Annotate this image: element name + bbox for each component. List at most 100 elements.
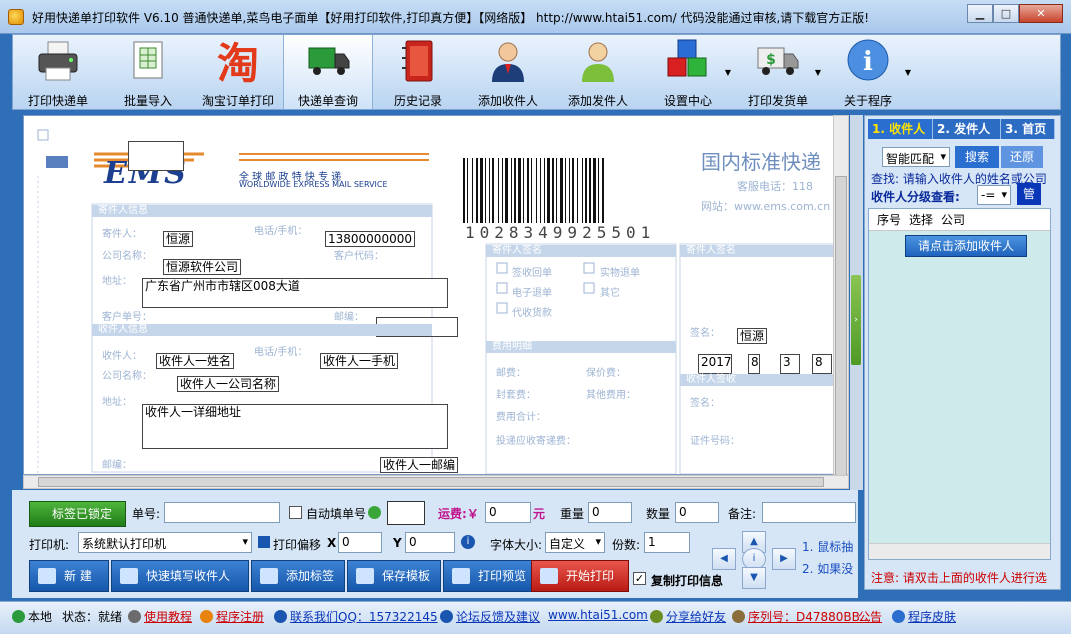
website-link[interactable]: www.htai51.com: [548, 608, 648, 622]
search-button[interactable]: 搜索: [955, 146, 999, 168]
manage-button[interactable]: 管: [1017, 183, 1041, 205]
offset-y-input[interactable]: 0: [405, 532, 455, 553]
date-month-field[interactable]: 8: [748, 354, 760, 374]
quantity-input[interactable]: 0: [675, 502, 719, 523]
bottom-controls: 标签已锁定 单号: 自动填单号 运费:￥ 0 元 重量 0 数量 0 备注: 打…: [12, 490, 858, 598]
order-number-input[interactable]: [164, 502, 280, 523]
status-bar: 本地 状态：就绪 使用教程 程序注册 联系我们QQ：157322145 论坛反馈…: [0, 601, 1071, 634]
collapse-arrow-icon[interactable]: ›: [851, 275, 861, 365]
waybill-canvas[interactable]: EMS 全 球 邮 政 特 快 专 递 WORLDWIDE EXPRESS MA…: [23, 115, 849, 475]
save-template-button[interactable]: 保存模板: [347, 560, 441, 592]
font-size-select[interactable]: 自定义: [545, 532, 605, 553]
chevron-down-icon[interactable]: ▼: [905, 68, 911, 77]
arrow-down-icon[interactable]: ▼: [742, 567, 766, 589]
arrow-right-icon[interactable]: ▶: [772, 548, 796, 570]
lock-labels-button[interactable]: 标签已锁定: [29, 501, 126, 527]
register-link[interactable]: 程序注册: [216, 610, 264, 624]
ems-subtitle-en: WORLDWIDE EXPRESS MAIL SERVICE: [239, 180, 388, 189]
hint-line-1: 1. 鼠标抽: [802, 540, 854, 554]
signer-name-field[interactable]: 恒源: [737, 328, 768, 344]
share-link[interactable]: 分享给好友: [666, 610, 726, 624]
print-preview-button[interactable]: 打印预览: [443, 560, 537, 592]
toolbar-print-waybill[interactable]: 打印快递单: [13, 35, 103, 109]
printer-icon: [38, 41, 78, 81]
sender-user-icon: [582, 42, 614, 82]
arrow-left-icon[interactable]: ◀: [712, 548, 736, 570]
freight-input[interactable]: 0: [485, 502, 531, 523]
recipient-section-header: 收件人信息: [92, 324, 432, 336]
toolbar-add-sender[interactable]: 添加发件人: [553, 35, 643, 109]
printer-select[interactable]: 系统默认打印机: [78, 532, 252, 553]
toolbar-add-recipient[interactable]: 添加收件人: [463, 35, 553, 109]
forum-link[interactable]: 论坛反馈及建议: [456, 610, 540, 624]
toolbar-taobao-print[interactable]: 淘 淘宝订单打印: [193, 35, 283, 109]
info-icon[interactable]: i: [461, 535, 475, 549]
chevron-down-icon[interactable]: ▼: [815, 68, 821, 77]
toolbar-waybill-query[interactable]: 快递单查询: [283, 35, 373, 109]
col-index[interactable]: 序号: [869, 209, 901, 230]
recipient-name-field[interactable]: 收件人一姓名: [156, 353, 235, 369]
taobao-icon: 淘: [217, 39, 259, 84]
copies-stepper[interactable]: 1: [644, 532, 690, 553]
tab-recipients[interactable]: 1. 收件人: [868, 119, 933, 139]
copy-print-info-checkbox[interactable]: ✓: [633, 572, 646, 585]
maximize-button[interactable]: □: [993, 4, 1019, 23]
notebook-icon: [402, 40, 433, 82]
svg-text:淘: 淘: [217, 39, 259, 84]
canvas-vertical-scrollbar[interactable]: [833, 115, 849, 486]
serial-icon: [732, 610, 745, 623]
minimize-button[interactable]: ▁: [967, 4, 993, 23]
recipient-address-field[interactable]: 收件人一详细地址: [142, 404, 448, 449]
preview-icon: [452, 568, 470, 584]
date-year-field[interactable]: 2017: [698, 354, 732, 374]
sender-phone-field[interactable]: 13800000000: [325, 231, 415, 247]
barcode: [463, 158, 604, 223]
quick-fill-recipient-button[interactable]: 快速填写收件人: [111, 560, 249, 592]
barcode-scanner-icon[interactable]: [387, 501, 425, 525]
match-mode-select[interactable]: 智能匹配: [882, 147, 950, 167]
check-icon: [38, 568, 56, 584]
add-recipient-button[interactable]: 请点击添加收件人: [905, 235, 1027, 257]
level-select[interactable]: -=: [977, 185, 1011, 205]
toolbar-settings[interactable]: 设置中心 ▼: [643, 35, 733, 109]
sender-company-field[interactable]: 恒源软件公司: [163, 259, 242, 275]
toolbar-batch-import[interactable]: 批量导入: [103, 35, 193, 109]
sender-address-field[interactable]: 广东省广州市市辖区008大道: [142, 278, 448, 308]
serial-number[interactable]: 序列号：D47880BB...: [748, 610, 871, 624]
skin-link[interactable]: 程序皮肤: [908, 610, 956, 624]
ems-logo-overlay-box[interactable]: [128, 141, 184, 171]
save-icon: [258, 536, 270, 548]
chevron-down-icon[interactable]: ▼: [725, 68, 731, 77]
gear-icon: [128, 610, 141, 623]
close-button[interactable]: ✕: [1019, 4, 1063, 23]
sender-name-field[interactable]: 恒源: [163, 231, 194, 247]
offset-x-input[interactable]: 0: [338, 532, 382, 553]
recipient-phone-field[interactable]: 收件人一手机: [320, 353, 399, 369]
label-icon: [260, 568, 278, 584]
help-icon[interactable]: [368, 506, 381, 519]
add-label-button[interactable]: 添加标签: [251, 560, 345, 592]
date-day-field[interactable]: 3: [780, 354, 800, 374]
auto-fill-checkbox[interactable]: [289, 506, 302, 519]
canvas-horizontal-scrollbar[interactable]: [23, 475, 849, 489]
reset-button[interactable]: 还原: [1001, 146, 1043, 168]
panel-splitter[interactable]: ›: [850, 115, 863, 490]
list-scrollbar[interactable]: [869, 543, 1050, 559]
col-company[interactable]: 公司: [933, 209, 965, 230]
tab-home[interactable]: 3. 首页: [1001, 119, 1055, 139]
remark-input[interactable]: [762, 502, 856, 523]
toolbar-about[interactable]: i 关于程序 ▼: [823, 35, 913, 109]
new-button[interactable]: 新 建: [29, 560, 109, 592]
notice-link[interactable]: 公告: [858, 610, 882, 624]
tutorial-link[interactable]: 使用教程: [144, 610, 192, 624]
recipient-company-field[interactable]: 收件人一公司名称: [177, 376, 280, 392]
date-extra-field[interactable]: 8: [812, 354, 832, 374]
col-select[interactable]: 选择: [901, 209, 933, 230]
toolbar-print-invoice[interactable]: $ 打印发货单 ▼: [733, 35, 823, 109]
recipient-zip-field[interactable]: 收件人一邮编: [380, 457, 459, 473]
contact-link[interactable]: 联系我们QQ：157322145: [290, 610, 438, 624]
toolbar-history[interactable]: 历史记录: [373, 35, 463, 109]
weight-input[interactable]: 0: [588, 502, 632, 523]
tab-senders[interactable]: 2. 发件人: [933, 119, 1001, 139]
start-print-button[interactable]: 开始打印: [531, 560, 629, 592]
